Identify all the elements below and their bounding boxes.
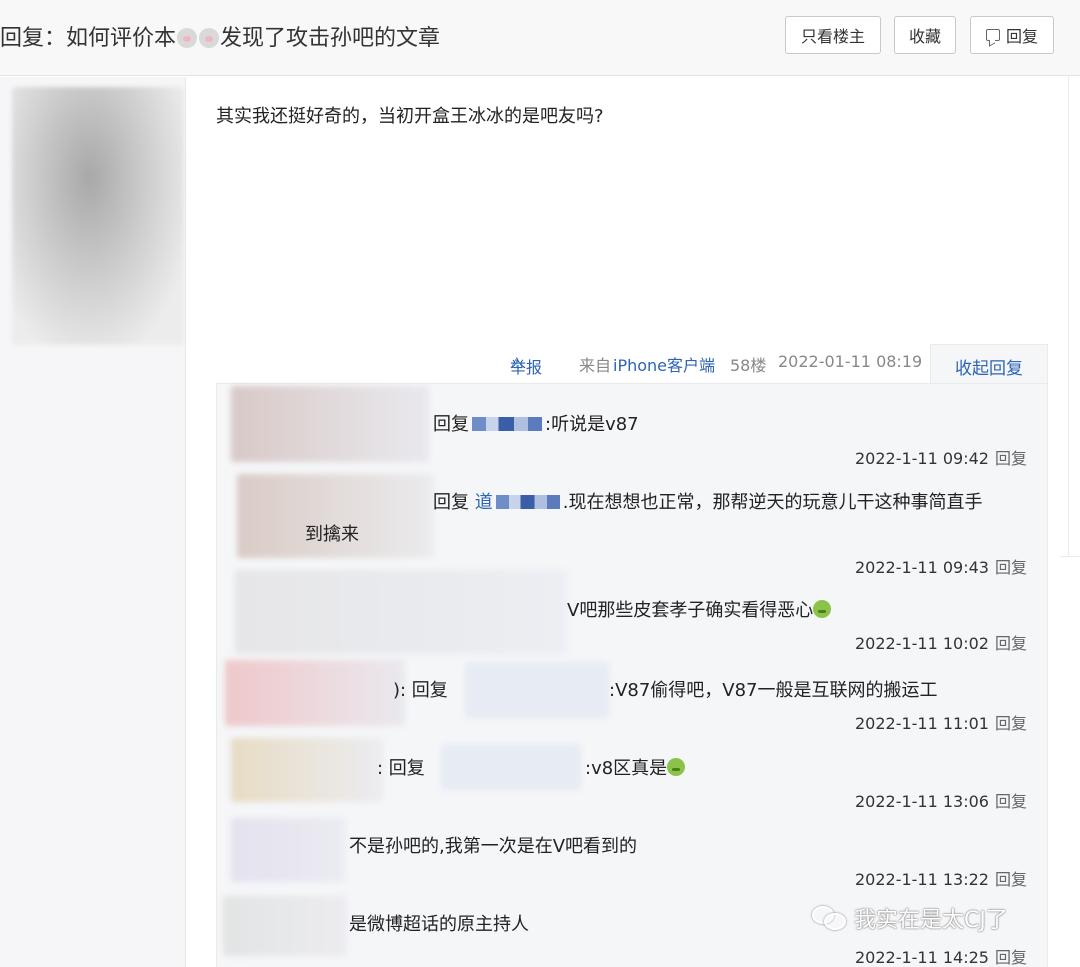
mouse-emoji-icon — [199, 28, 220, 48]
reply-time: 2022-1-11 09:42 — [854, 449, 989, 468]
reply-text: 回复 :听说是v87 — [433, 410, 639, 436]
watermark: 我实在是太CJ了 — [812, 902, 1008, 934]
favorite-label: 收藏 — [908, 27, 941, 46]
avatar[interactable] — [12, 87, 184, 345]
avatar[interactable] — [223, 896, 347, 956]
reply-prefix: 回复 — [433, 414, 469, 435]
sick-face-emoji-icon — [667, 758, 686, 776]
divider — [1060, 556, 1080, 557]
post-meta: ⚠ 举报 来自 iPhone客户端 58楼 2022-01-11 08:19 — [0, 350, 1080, 378]
avatar[interactable] — [231, 818, 345, 882]
avatar[interactable] — [231, 738, 383, 802]
username[interactable] — [495, 495, 560, 509]
reply-body: :v8区真是 — [585, 758, 668, 779]
watermark-text: 我实在是太CJ了 — [854, 908, 1008, 933]
divider — [1068, 76, 1069, 556]
username[interactable] — [441, 744, 581, 790]
reply-time: 2022-1-11 10:02 — [854, 634, 989, 653]
list-item: V吧那些皮套孝子确实看得恶心 2022-1-11 10:02 回复 — [217, 570, 1049, 654]
thread-header: 回复：如何评价本 发现了攻击孙吧的文章 只看楼主 收藏 回复 — [0, 0, 1080, 76]
reply-body: 不是孙吧的,我第一次是在V吧看到的 — [349, 836, 638, 857]
reply-body: 是微博超话的原主持人 — [349, 914, 529, 935]
collapse-replies-tab[interactable]: 收起回复 — [930, 344, 1048, 384]
reply-text: 回复 道 .现在想想也正常，那帮逆天的玩意儿干这种事简直手 — [433, 488, 982, 514]
list-item: : 回复 :v8区真是 2022-1-11 13:06 回复 — [217, 736, 1049, 816]
reply-meta: 2022-1-11 13:22 回复 — [855, 866, 1027, 890]
favorite-button[interactable]: 收藏 — [894, 16, 956, 54]
reply-to-button[interactable]: 回复 — [995, 634, 1027, 653]
thread-title-suffix: 发现了攻击孙吧的文章 — [220, 26, 441, 51]
reply-to-button[interactable]: 回复 — [995, 948, 1027, 967]
floor-number: 58楼 — [730, 356, 767, 375]
reply-to-button[interactable]: 回复 — [995, 449, 1027, 468]
reply-body: :听说是v87 — [545, 414, 639, 435]
reply-text: :v8区真是 — [585, 754, 686, 780]
reply-label: 回复 — [1005, 27, 1038, 46]
user-column — [0, 77, 186, 967]
mouse-emoji-icon — [177, 28, 198, 48]
reply-text: : 回复 — [377, 754, 425, 780]
reply-meta: 2022-1-11 13:06 回复 — [855, 788, 1027, 812]
username[interactable] — [472, 417, 542, 431]
post-content: 其实我还挺好奇的，当初开盒王冰冰的是吧友吗? — [216, 106, 604, 127]
reply-to-button[interactable]: 回复 — [995, 870, 1027, 889]
source-client-link[interactable]: iPhone客户端 — [613, 352, 715, 376]
reply-body: V吧那些皮套孝子确实看得恶心 — [567, 600, 814, 621]
reply-time: 2022-1-11 13:06 — [854, 792, 989, 811]
reply-body: .现在想想也正常，那帮逆天的玩意儿干这种事简直手 — [562, 492, 983, 513]
list-item: 不是孙吧的,我第一次是在V吧看到的 2022-1-11 13:22 回复 — [217, 816, 1049, 896]
reply-prefix: ): 回复 — [393, 680, 448, 701]
username-link[interactable]: 道 — [475, 492, 493, 513]
post-time: 2022-01-11 08:19 — [778, 352, 923, 371]
list-item: 回复 :听说是v87 2022-1-11 09:42 回复 — [217, 384, 1049, 468]
reply-button[interactable]: 回复 — [970, 16, 1054, 54]
comment-icon — [985, 29, 1000, 41]
reply-list: 回复 :听说是v87 2022-1-11 09:42 回复 回复 道 .现在想想也正常… — [216, 383, 1048, 967]
source-label: 来自 — [579, 356, 612, 375]
report-label: 举报 — [510, 358, 543, 377]
reply-time: 2022-1-11 13:22 — [854, 870, 989, 889]
reply-meta: 2022-1-11 09:42 回复 — [855, 445, 1027, 469]
avatar[interactable] — [235, 570, 567, 654]
reply-prefix: 回复 — [433, 492, 469, 513]
reply-time: 2022-1-11 11:01 — [854, 714, 989, 733]
only-op-label: 只看楼主 — [800, 27, 865, 46]
reply-time: 2022-1-11 14:25 — [854, 948, 989, 967]
only-op-button[interactable]: 只看楼主 — [785, 16, 881, 54]
avatar[interactable] — [225, 660, 405, 726]
list-item: 回复 道 .现在想想也正常，那帮逆天的玩意儿干这种事简直手 到擒来 2022-1-… — [217, 472, 1049, 577]
reply-text-continued: 到擒来 — [305, 524, 359, 545]
username[interactable] — [465, 662, 609, 718]
reply-meta: 2022-1-11 11:01 回复 — [855, 710, 1027, 734]
avatar[interactable] — [231, 386, 429, 462]
wechat-icon — [812, 904, 848, 932]
reply-to-button[interactable]: 回复 — [995, 792, 1027, 811]
list-item: ): 回复 :V87偷得吧，V87一般是互联网的搬运工 2022-1-11 11… — [217, 658, 1049, 738]
reply-prefix: : 回复 — [377, 758, 425, 779]
reply-meta: 2022-1-11 10:02 回复 — [855, 630, 1027, 654]
collapse-replies-label: 收起回复 — [955, 359, 1023, 379]
reply-text: V吧那些皮套孝子确实看得恶心 — [567, 596, 832, 622]
sick-face-emoji-icon — [813, 600, 832, 618]
thread-title: 回复：如何评价本 发现了攻击孙吧的文章 — [0, 20, 440, 52]
thread-title-prefix: 回复：如何评价本 — [0, 26, 177, 51]
reply-text: ): 回复 — [393, 676, 448, 702]
reply-to-button[interactable]: 回复 — [995, 714, 1027, 733]
reply-body: :V87偷得吧，V87一般是互联网的搬运工 — [609, 680, 938, 701]
reply-meta: 2022-1-11 14:25 回复 — [855, 944, 1027, 967]
